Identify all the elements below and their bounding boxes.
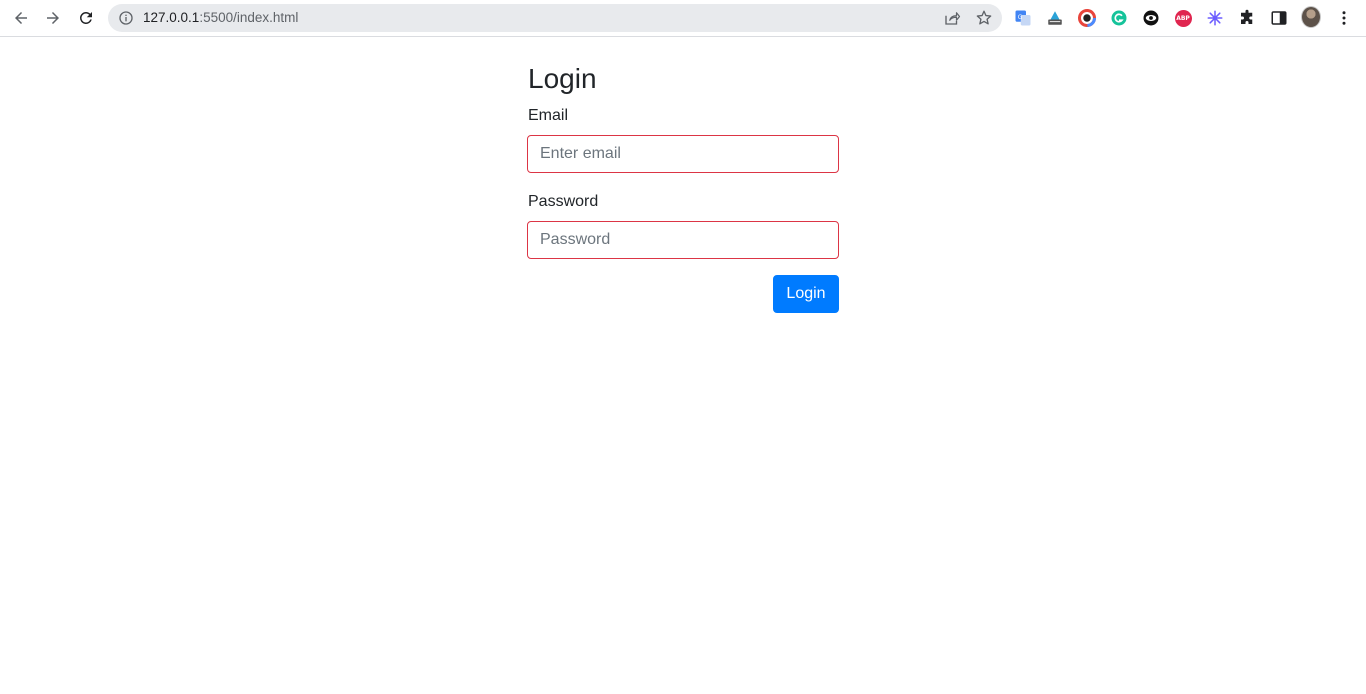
reload-button[interactable] — [73, 5, 99, 31]
arrow-right-icon — [47, 12, 59, 24]
share-icon[interactable] — [943, 9, 961, 27]
back-button[interactable] — [8, 5, 34, 31]
arrow-left-icon — [15, 12, 27, 24]
email-field[interactable] — [527, 135, 839, 173]
more-menu-icon[interactable] — [1334, 8, 1354, 28]
url-host: 127.0.0.1 — [143, 10, 200, 25]
eye-extension-icon[interactable] — [1141, 8, 1161, 28]
url-path: :5500/index.html — [199, 10, 299, 25]
bookmark-star-icon[interactable] — [975, 9, 993, 27]
svg-text:G: G — [1018, 14, 1023, 21]
avatar — [1301, 6, 1321, 28]
password-label: Password — [528, 193, 599, 210]
adblock-plus-label: ABP — [1174, 9, 1192, 27]
login-button[interactable]: Login — [773, 275, 839, 313]
forward-button[interactable] — [40, 5, 66, 31]
url-text[interactable]: 127.0.0.1:5500/index.html — [143, 10, 298, 26]
info-icon[interactable] — [118, 10, 134, 26]
reload-icon — [79, 11, 92, 24]
email-label: Email — [528, 107, 569, 124]
snowflake-extension-icon[interactable] — [1205, 8, 1225, 28]
profile-avatar[interactable] — [1301, 6, 1321, 28]
color-picker-icon[interactable] — [1077, 8, 1097, 28]
page-title: Login — [528, 63, 597, 94]
browser-toolbar: 127.0.0.1:5500/index.html G ABP — [0, 0, 1366, 37]
google-translate-icon[interactable]: G — [1013, 8, 1033, 28]
grammarly-icon[interactable] — [1109, 8, 1129, 28]
keyboard-extension-icon[interactable] — [1045, 8, 1065, 28]
adblock-plus-icon[interactable]: ABP — [1173, 8, 1193, 28]
address-bar[interactable]: 127.0.0.1:5500/index.html — [108, 4, 1002, 32]
password-field[interactable] — [527, 221, 839, 259]
puzzle-extensions-icon[interactable] — [1237, 8, 1257, 28]
side-panel-icon[interactable] — [1269, 8, 1289, 28]
